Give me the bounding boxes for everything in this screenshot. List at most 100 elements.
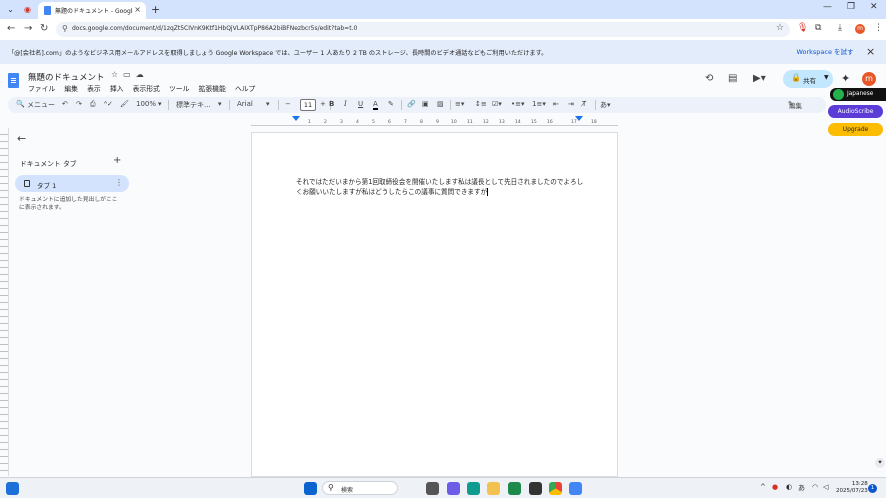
- menu-tools[interactable]: ツール: [169, 85, 189, 93]
- menus-search[interactable]: メニュー: [27, 100, 55, 110]
- taskbar-clock[interactable]: 13:28 2025/07/23: [836, 481, 868, 495]
- close-outline-arrow-icon[interactable]: ←: [17, 132, 26, 145]
- tray-chevron-icon[interactable]: ^: [760, 483, 766, 491]
- insert-image-icon[interactable]: ▨: [437, 100, 444, 108]
- ime-icon[interactable]: あ: [798, 483, 805, 493]
- close-tab-icon[interactable]: ×: [134, 5, 141, 14]
- tab-search-icon[interactable]: ⌄: [5, 4, 16, 15]
- input-tools-icon[interactable]: あ▾: [600, 100, 611, 110]
- document-body[interactable]: それではただいまから第1回取締役会を開催いたします私は議長として先日されましたの…: [296, 178, 586, 197]
- horizontal-ruler[interactable]: 1 2 3 4 5 6 7 8 9 10 11 12 13 14 15 16 1…: [251, 116, 618, 126]
- minimize-icon[interactable]: —: [823, 2, 832, 12]
- italic-icon[interactable]: I: [344, 100, 347, 108]
- menu-help[interactable]: ヘルプ: [235, 85, 255, 93]
- site-info-icon[interactable]: ⚲: [62, 24, 68, 33]
- start-menu-icon[interactable]: [304, 482, 317, 495]
- tray-app-icon[interactable]: ●: [772, 483, 778, 491]
- docs-logo-icon[interactable]: [8, 73, 19, 88]
- tray-app-icon[interactable]: ◐: [786, 483, 792, 491]
- chrome-icon[interactable]: [549, 482, 562, 495]
- app-icon[interactable]: [569, 482, 582, 495]
- chat-icon[interactable]: [447, 482, 460, 495]
- star-icon[interactable]: ☆: [111, 70, 118, 79]
- undo-icon[interactable]: ↶: [62, 100, 68, 108]
- document-page[interactable]: それではただいまから第1回取締役会を開催いたします私は議長として先日されましたの…: [251, 132, 618, 477]
- align-icon[interactable]: ≡▾: [455, 100, 464, 108]
- reload-icon[interactable]: ↻: [40, 23, 48, 34]
- add-tab-icon[interactable]: +: [113, 155, 121, 166]
- menu-file[interactable]: ファイル: [28, 85, 55, 93]
- new-tab-icon[interactable]: +: [151, 3, 160, 16]
- insert-link-icon[interactable]: 🔗: [407, 100, 416, 108]
- browser-profile-avatar[interactable]: m: [855, 24, 865, 34]
- spellcheck-icon[interactable]: ᴬ✓: [104, 100, 113, 108]
- meet-icon[interactable]: ▶▾: [753, 73, 766, 84]
- task-view-icon[interactable]: [426, 482, 439, 495]
- comments-icon[interactable]: ▤: [728, 73, 737, 84]
- extensions-icon[interactable]: ⧉: [815, 23, 821, 33]
- forward-arrow-icon[interactable]: →: [24, 23, 32, 34]
- editing-mode-select[interactable]: 編集: [789, 100, 802, 110]
- browser-tab-active[interactable]: 無題のドキュメント - Google ドキュ ×: [38, 2, 146, 19]
- microphone-icon[interactable]: 🎙: [797, 23, 808, 33]
- bulleted-list-icon[interactable]: •≡▾: [511, 100, 525, 108]
- bookmark-star-icon[interactable]: ☆: [776, 23, 784, 33]
- bold-icon[interactable]: B: [329, 100, 334, 108]
- back-arrow-icon[interactable]: ←: [7, 23, 15, 34]
- chevron-down-icon[interactable]: ▾: [218, 100, 222, 108]
- download-icon[interactable]: ⤓: [838, 23, 842, 33]
- store-icon[interactable]: [508, 482, 521, 495]
- menu-insert[interactable]: 挿入: [110, 85, 124, 93]
- menu-extensions[interactable]: 拡張機能: [199, 85, 226, 93]
- chrome-menu-icon[interactable]: ⋮: [874, 23, 883, 33]
- version-history-icon[interactable]: ⟲: [705, 73, 713, 84]
- close-banner-icon[interactable]: ×: [866, 45, 875, 58]
- more-options-icon[interactable]: ⋮: [115, 178, 123, 187]
- record-icon[interactable]: ◉: [22, 4, 33, 15]
- wifi-icon[interactable]: ◠: [812, 483, 818, 491]
- account-avatar[interactable]: m: [862, 72, 876, 86]
- redo-icon[interactable]: ↷: [76, 100, 82, 108]
- document-title[interactable]: 無題のドキュメント: [28, 71, 105, 83]
- widgets-icon[interactable]: [6, 482, 19, 495]
- chevron-down-icon[interactable]: ▾: [158, 100, 162, 108]
- move-folder-icon[interactable]: ▭: [123, 70, 131, 79]
- chevron-down-icon[interactable]: ▾: [266, 100, 270, 108]
- print-icon[interactable]: ⎙: [90, 100, 96, 109]
- notification-badge[interactable]: 1: [868, 484, 877, 493]
- address-bar[interactable]: ⚲ docs.google.com/document/d/1zqZt5CIVnK…: [56, 22, 790, 37]
- zoom-select[interactable]: 100%: [136, 100, 156, 108]
- sidebar-tab-1[interactable]: タブ 1 ⋮: [15, 175, 129, 192]
- decrease-font-size-icon[interactable]: −: [285, 100, 291, 108]
- explore-icon[interactable]: ✦: [875, 458, 885, 468]
- menu-edit[interactable]: 編集: [64, 85, 78, 93]
- checklist-icon[interactable]: ☑▾: [492, 100, 502, 108]
- share-dropdown-icon[interactable]: ▼: [824, 74, 829, 81]
- clear-formatting-icon[interactable]: T̸: [582, 100, 586, 108]
- increase-font-size-icon[interactable]: +: [320, 100, 326, 108]
- paint-format-icon[interactable]: 🖌: [120, 100, 129, 108]
- volume-icon[interactable]: ◁: [823, 483, 828, 491]
- share-button[interactable]: 🔒 共有 ▼: [783, 70, 833, 88]
- text-color-icon[interactable]: A: [373, 100, 378, 110]
- gemini-icon[interactable]: ✦: [841, 72, 850, 85]
- font-select[interactable]: Arial: [237, 100, 253, 108]
- underline-icon[interactable]: U: [358, 100, 363, 108]
- file-explorer-icon[interactable]: [487, 482, 500, 495]
- vertical-ruler[interactable]: [0, 128, 9, 476]
- increase-indent-icon[interactable]: ⇥: [568, 100, 574, 108]
- edge-icon[interactable]: [467, 482, 480, 495]
- close-window-icon[interactable]: ✕: [870, 2, 878, 12]
- cloud-status-icon[interactable]: ☁: [136, 70, 144, 79]
- taskbar-search[interactable]: ⚲ 検索: [322, 481, 398, 495]
- font-size-input[interactable]: 11: [300, 99, 316, 111]
- audioscribe-button[interactable]: AudioScribe: [828, 105, 883, 118]
- maximize-icon[interactable]: ❐: [847, 2, 855, 12]
- terminal-icon[interactable]: [529, 482, 542, 495]
- menu-view[interactable]: 表示: [87, 85, 101, 93]
- upgrade-button[interactable]: Upgrade: [828, 123, 883, 136]
- style-select[interactable]: 標準テキ...: [176, 100, 211, 110]
- left-indent-marker[interactable]: [292, 116, 300, 121]
- try-workspace-button[interactable]: Workspace を試す: [792, 45, 858, 59]
- decrease-indent-icon[interactable]: ⇤: [553, 100, 559, 108]
